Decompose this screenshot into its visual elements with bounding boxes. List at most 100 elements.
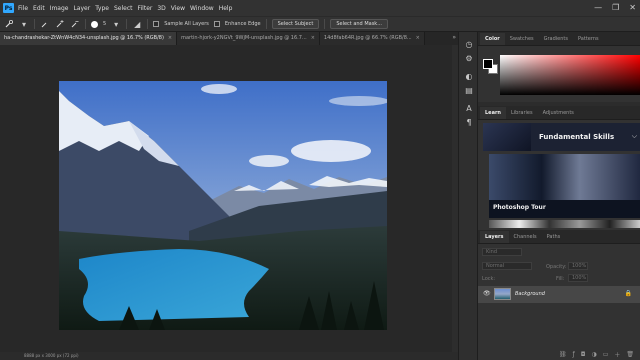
tab-adjustments[interactable]: Adjustments [538, 107, 579, 119]
add-to-selection-icon[interactable] [55, 19, 65, 29]
styles-icon[interactable]: ▤ [464, 86, 474, 96]
layer-filter-kind[interactable]: Kind [482, 248, 522, 256]
canvas-area[interactable] [0, 45, 458, 355]
fill-label: Fill: [556, 276, 565, 282]
tab-patterns[interactable]: Patterns [573, 33, 604, 45]
color-panel-tabs: Color Swatches Gradients Patterns [478, 32, 640, 46]
divider [324, 19, 326, 29]
tab-label: martin-hjork-y2NGVt_9WjM-unsplash.jpg @ … [181, 35, 307, 41]
menu-view[interactable]: View [171, 5, 185, 12]
angle-icon[interactable]: ◢ [132, 19, 142, 29]
window-controls: — ❐ ✕ [594, 3, 636, 12]
new-layer-icon[interactable]: ＋ [614, 350, 620, 359]
tab-gradients[interactable]: Gradients [539, 33, 573, 45]
folder-icon[interactable]: ▭ [603, 351, 609, 358]
fundamental-skills-header[interactable]: Fundamental Skills ⌵ [483, 123, 640, 151]
enhance-edge-label: Enhance Edge [224, 21, 261, 27]
quick-selection-tool-icon[interactable] [4, 19, 14, 29]
status-bar: 8888 px x 3000 px (72 ppi) [0, 352, 458, 360]
brush-size-value[interactable]: 5 [103, 21, 106, 27]
sample-all-layers-label: Sample All Layers [164, 21, 209, 27]
menu-image[interactable]: Image [50, 5, 69, 12]
skills-thumbnail [483, 123, 531, 151]
history-icon[interactable]: ◷ [464, 40, 474, 50]
tab-label: ha-chandrashekar-ZtWnW4cN34-unsplash.jpg… [4, 35, 164, 41]
close-icon[interactable]: ✕ [629, 3, 636, 12]
mask-icon[interactable]: ◘ [581, 351, 586, 358]
lock-label: Lock: [482, 276, 496, 282]
photoshop-tour-card[interactable]: Photoshop Tour [489, 154, 640, 218]
menu-window[interactable]: Window [190, 5, 214, 12]
tab-color[interactable]: Color [480, 32, 505, 45]
chevron-down-icon[interactable]: ▾ [19, 19, 29, 29]
subtract-from-selection-icon[interactable] [70, 19, 80, 29]
next-tutorial-strip[interactable] [489, 220, 640, 228]
lock-icon[interactable]: 🔒 [625, 290, 632, 297]
layers-panel: Layers Channels Paths Kind Normal Opacit… [478, 230, 640, 360]
menu-layer[interactable]: Layer [73, 5, 90, 12]
document-tab[interactable]: 14d8fab64R.jpg @ 66.7% (RGB/8... × [319, 32, 425, 45]
adjustment-layer-icon[interactable]: ◑ [591, 351, 596, 358]
tour-label: Photoshop Tour [493, 204, 546, 211]
tab-channels[interactable]: Channels [509, 231, 542, 243]
right-panels: Color Swatches Gradients Patterns Learn … [478, 32, 640, 360]
divider [34, 19, 35, 29]
panel-icon-strip: ◷ ⚙ ◐ ▤ A ¶ [458, 32, 478, 360]
menu-select[interactable]: Select [114, 5, 133, 12]
document-tab-bar: ha-chandrashekar-ZtWnW4cN34-unsplash.jpg… [0, 32, 458, 45]
divider [85, 19, 86, 29]
close-icon[interactable]: × [311, 35, 315, 45]
tab-learn[interactable]: Learn [480, 106, 506, 119]
layer-thumbnail [494, 288, 511, 300]
tab-libraries[interactable]: Libraries [506, 107, 538, 119]
options-bar: ▾ 5 ▾ ◢ Sample All Layers Enhance Edge S… [0, 16, 640, 32]
document-tab[interactable]: martin-hjork-y2NGVt_9WjM-unsplash.jpg @ … [177, 32, 320, 45]
blend-mode-select[interactable]: Normal [482, 262, 532, 270]
divider [126, 19, 128, 29]
tab-swatches[interactable]: Swatches [505, 33, 539, 45]
character-icon[interactable]: A [464, 104, 474, 114]
enhance-edge-checkbox[interactable] [213, 21, 220, 27]
color-panel: Color Swatches Gradients Patterns [478, 32, 640, 102]
opacity-field[interactable]: 100% [568, 262, 588, 270]
properties-icon[interactable]: ⚙ [464, 54, 474, 64]
sample-all-layers-checkbox[interactable] [153, 21, 160, 27]
tab-overflow-icon[interactable]: » [452, 34, 456, 41]
paragraph-icon[interactable]: ¶ [464, 118, 474, 128]
maximize-icon[interactable]: ❐ [612, 3, 619, 12]
fill-field[interactable]: 100% [568, 274, 588, 282]
menu-filter[interactable]: Filter [138, 5, 153, 12]
new-selection-icon[interactable] [40, 19, 50, 29]
close-icon[interactable]: × [168, 35, 172, 45]
chevron-down-icon[interactable]: ▾ [111, 19, 121, 29]
opacity-label: Opacity: [546, 264, 567, 270]
chevron-down-icon[interactable]: ⌵ [632, 132, 637, 141]
menu-file[interactable]: File [18, 5, 28, 12]
brush-preview-icon[interactable] [91, 20, 98, 28]
select-and-mask-button[interactable]: Select and Mask... [330, 19, 388, 29]
foreground-color-swatch[interactable] [483, 59, 493, 69]
menu-type[interactable]: Type [95, 5, 109, 12]
trash-icon[interactable]: 🗑 [626, 351, 634, 358]
layer-name[interactable]: Background [515, 291, 545, 297]
tab-paths[interactable]: Paths [542, 231, 566, 243]
layer-row-background[interactable]: 👁 Background 🔒 [478, 286, 640, 303]
divider [265, 19, 267, 29]
menu-help[interactable]: Help [219, 5, 233, 12]
document-tab[interactable]: ha-chandrashekar-ZtWnW4cN34-unsplash.jpg… [0, 32, 178, 45]
close-icon[interactable]: × [416, 35, 420, 45]
photoshop-window: Ps File Edit Image Layer Type Select Fil… [0, 0, 640, 360]
adjustments-icon[interactable]: ◐ [464, 72, 474, 82]
select-subject-button[interactable]: Select Subject [271, 19, 320, 29]
menu-3d[interactable]: 3D [157, 5, 165, 12]
visibility-eye-icon[interactable]: 👁 [483, 290, 491, 298]
menu-edit[interactable]: Edit [33, 5, 45, 12]
menu-bar: Ps File Edit Image Layer Type Select Fil… [0, 0, 640, 16]
fx-icon[interactable]: ƒ [573, 351, 575, 358]
minimize-icon[interactable]: — [594, 3, 602, 12]
tab-layers[interactable]: Layers [480, 230, 509, 243]
section-title: Fundamental Skills [539, 133, 615, 141]
document-canvas-image[interactable] [59, 81, 387, 330]
link-layers-icon[interactable]: ⛓ [559, 351, 567, 358]
color-picker-field[interactable] [500, 55, 640, 95]
